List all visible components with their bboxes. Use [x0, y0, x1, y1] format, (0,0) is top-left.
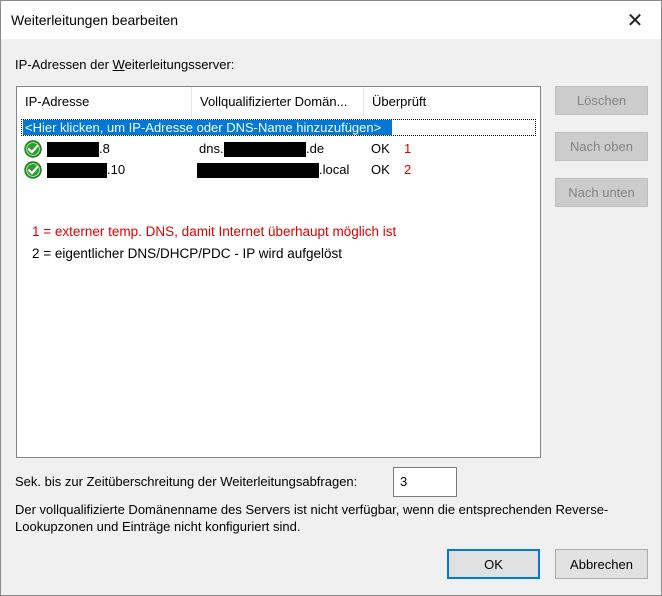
fqdn-suffix: .local [319, 162, 350, 177]
validated-status: OK [371, 162, 390, 177]
annotation-1: 1 = externer temp. DNS, damit Internet ü… [32, 224, 397, 239]
redacted-ip [47, 142, 99, 157]
title-bar: Weiterleitungen bearbeiten ✕ [1, 1, 661, 39]
ok-check-icon [24, 140, 42, 158]
cancel-button[interactable]: Abbrechen [555, 549, 648, 579]
move-down-button[interactable]: Nach unten [555, 178, 648, 207]
close-icon: ✕ [626, 9, 644, 32]
table-row[interactable]: .10 .local OK 2 [17, 160, 538, 180]
forwarders-section-label: IP-Adressen der Weiterleitungsserver: [15, 57, 235, 72]
forwarders-list[interactable]: IP-Adresse Vollqualifizierter Domän... Ü… [16, 86, 541, 458]
fqdn-info-text: Der vollqualifizierte Domänenname des Se… [15, 502, 609, 534]
annotation-2: 2 = eigentlicher DNS/DHCP/PDC - IP wird … [32, 246, 342, 261]
redacted-ip [47, 163, 107, 178]
ok-button[interactable]: OK [447, 549, 540, 579]
fqdn-suffix: .de [306, 141, 325, 156]
close-button[interactable]: ✕ [613, 3, 657, 37]
column-header-fqdn[interactable]: Vollqualifizierter Domän... [192, 87, 364, 117]
column-header-ip[interactable]: IP-Adresse [17, 87, 192, 117]
redacted-fqdn [224, 142, 306, 157]
ok-check-icon [24, 161, 42, 179]
column-header-validated[interactable]: Überprüft [364, 87, 538, 117]
edit-forwarders-dialog: Weiterleitungen bearbeiten ✕ IP-Adressen… [0, 0, 662, 596]
delete-button[interactable]: Löschen [555, 86, 648, 115]
ip-suffix: .8 [99, 141, 110, 156]
add-forwarder-prompt[interactable]: <Hier klicken, um IP-Adresse oder DNS-Na… [23, 120, 392, 135]
row-marker: 1 [404, 141, 412, 156]
window-title: Weiterleitungen bearbeiten [11, 12, 179, 28]
validated-status: OK [371, 141, 390, 156]
ip-suffix: .10 [107, 162, 126, 177]
timeout-label: Sek. bis zur Zeitüberschreitung der Weit… [15, 474, 358, 489]
row-marker: 2 [404, 162, 412, 177]
redacted-fqdn [197, 163, 319, 178]
add-forwarder-row[interactable]: <Hier klicken, um IP-Adresse oder DNS-Na… [21, 119, 536, 136]
timeout-input[interactable]: 3 [393, 467, 457, 497]
fqdn-prefix: dns. [199, 141, 224, 156]
table-row[interactable]: .8 dns. .de OK 1 [17, 139, 538, 159]
move-up-button[interactable]: Nach oben [555, 132, 648, 161]
